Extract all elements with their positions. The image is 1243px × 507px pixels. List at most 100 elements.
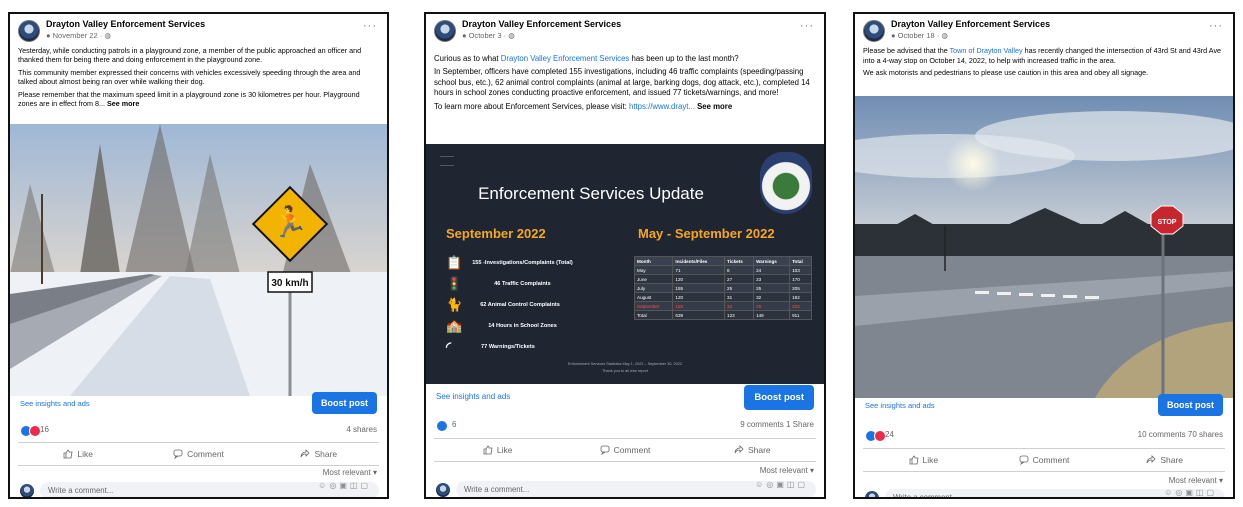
- more-options-icon[interactable]: ···: [1209, 20, 1223, 32]
- stat-text: 46 Traffic Complaints: [494, 280, 551, 287]
- stat-item: ◜ 77 Warnings/Tickets: [446, 336, 636, 357]
- boost-post-button[interactable]: Boost post: [744, 385, 814, 410]
- table-cell: 32: [724, 301, 755, 311]
- post-stats[interactable]: 10 comments 70 shares: [1138, 430, 1223, 439]
- reaction-count[interactable]: 16: [40, 425, 49, 434]
- boost-post-button[interactable]: Boost post: [1158, 394, 1223, 416]
- table-cell: 32: [753, 292, 791, 302]
- table-header-cell: Warnings: [753, 256, 791, 266]
- page-avatar[interactable]: [18, 20, 40, 42]
- insights-bar: See insights and ads Boost post: [426, 383, 824, 411]
- share-button[interactable]: Share: [1104, 449, 1225, 471]
- post-date[interactable]: November 22 ·: [53, 31, 103, 40]
- comment-button[interactable]: Comment: [561, 439, 688, 461]
- share-button[interactable]: Share: [689, 439, 816, 461]
- post-meta[interactable]: ● November 22 · ◍: [46, 31, 111, 40]
- reaction-icons[interactable]: [865, 430, 886, 442]
- see-insights-link[interactable]: See insights and ads: [865, 401, 935, 410]
- post-stats[interactable]: 4 shares: [346, 425, 377, 434]
- comment-sort-dropdown[interactable]: Most relevant ▾: [1169, 476, 1223, 485]
- page-avatar[interactable]: [863, 20, 885, 42]
- comment-icon: [1019, 455, 1028, 465]
- table-cell: Total: [633, 310, 674, 320]
- table-header-cell: Total: [789, 256, 812, 266]
- globe-icon: ●: [891, 31, 896, 40]
- page-name[interactable]: Drayton Valley Enforcement Services: [891, 19, 1050, 29]
- post-text: Yesterday, while conducting patrols in a…: [10, 46, 387, 111]
- left-heading: September 2022: [446, 226, 546, 241]
- post-date[interactable]: October 18 ·: [898, 31, 940, 40]
- post-text-segment: Curious as to what: [434, 54, 501, 63]
- table-header-cell: Month: [633, 256, 674, 266]
- page-name[interactable]: Drayton Valley Enforcement Services: [462, 19, 621, 29]
- thumbs-up-icon: [909, 455, 919, 465]
- like-button[interactable]: Like: [434, 439, 561, 461]
- comment-sort-dropdown[interactable]: Most relevant ▾: [323, 468, 377, 477]
- reaction-count[interactable]: 24: [885, 430, 894, 439]
- post-card-1: Drayton Valley Enforcement Services ● No…: [8, 12, 389, 499]
- table-cell: 8: [724, 265, 755, 275]
- stat-item: 🚦 46 Traffic Complaints: [446, 273, 636, 294]
- table-header-cell: Incidents/Files: [672, 256, 726, 266]
- post-paragraph-text: Please remember that the maximum speed l…: [18, 89, 360, 109]
- reaction-icons[interactable]: [436, 420, 448, 432]
- table-cell: 23: [753, 274, 791, 284]
- post-meta[interactable]: ● October 18 · ◍: [891, 31, 948, 40]
- table-cell: September: [633, 301, 674, 311]
- page-avatar[interactable]: [434, 20, 456, 42]
- post-photo[interactable]: Enforcement Services Update September 20…: [426, 144, 824, 384]
- post-header: Drayton Valley Enforcement Services ● No…: [10, 14, 387, 50]
- page-mention-link[interactable]: Drayton Valley Enforcement Services: [501, 54, 630, 63]
- like-button[interactable]: Like: [18, 443, 138, 465]
- intersection-photo: STOP: [855, 96, 1233, 398]
- post-paragraph: Please remember that the maximum speed l…: [18, 90, 379, 109]
- table-cell: 71: [672, 265, 726, 275]
- see-more-link[interactable]: See more: [697, 102, 732, 111]
- page-mention-link[interactable]: Town of Drayton Valley: [950, 46, 1023, 55]
- reactions-bar: 24 10 comments 70 shares: [855, 428, 1233, 444]
- insights-bar: See insights and ads Boost post: [10, 390, 387, 418]
- share-label: Share: [314, 449, 338, 459]
- comment-tool-icons[interactable]: ☺◎▣◫▢: [1164, 488, 1217, 497]
- post-date[interactable]: October 3 ·: [469, 31, 507, 40]
- comment-tool-icons[interactable]: ☺◎▣◫▢: [318, 481, 371, 490]
- post-photo[interactable]: 🏃 30 km/h: [10, 124, 387, 396]
- comment-sort-dropdown[interactable]: Most relevant ▾: [760, 466, 814, 475]
- table-cell: 155: [672, 283, 726, 293]
- page-name[interactable]: Drayton Valley Enforcement Services: [46, 19, 205, 29]
- like-button[interactable]: Like: [863, 449, 984, 471]
- action-bar: Like Comment Share: [863, 448, 1225, 472]
- post-photo[interactable]: STOP: [855, 96, 1233, 398]
- post-stats[interactable]: 9 comments 1 Share: [740, 420, 814, 429]
- comment-composer: Write a comment... ☺◎▣◫▢: [434, 480, 816, 497]
- see-insights-link[interactable]: See insights and ads: [436, 392, 510, 401]
- comment-button[interactable]: Comment: [984, 449, 1105, 471]
- traffic-icon: 🚦: [446, 275, 463, 291]
- stats-list: 📋 155 -Investigations/Complaints (Total) …: [446, 252, 636, 357]
- post-header: Drayton Valley Enforcement Services ● Oc…: [426, 14, 824, 50]
- share-button[interactable]: Share: [259, 443, 379, 465]
- svg-text:🏃: 🏃: [271, 204, 308, 240]
- more-options-icon[interactable]: ···: [363, 20, 377, 32]
- comment-tool-icons[interactable]: ☺◎▣◫▢: [755, 480, 808, 489]
- see-more-link[interactable]: See more: [107, 99, 139, 108]
- table-cell: 103: [789, 265, 812, 275]
- cat-icon: 🐈: [446, 296, 463, 312]
- comment-button[interactable]: Comment: [138, 443, 258, 465]
- boost-post-button[interactable]: Boost post: [312, 392, 377, 414]
- like-label: Like: [922, 455, 939, 465]
- post-card-2: Drayton Valley Enforcement Services ● Oc…: [424, 12, 826, 499]
- post-header: Drayton Valley Enforcement Services ● Oc…: [855, 14, 1233, 50]
- more-options-icon[interactable]: ···: [800, 20, 814, 32]
- reaction-count[interactable]: 6: [452, 420, 456, 429]
- statistics-table: Month Incidents/Files Tickets Warnings Total…: [633, 256, 812, 320]
- clipboard-icon: 📋: [446, 254, 463, 270]
- enforcement-crest-icon: [760, 152, 812, 214]
- post-meta[interactable]: ● October 3 · ◍: [462, 31, 515, 40]
- graphic-title: Enforcement Services Update: [478, 184, 704, 203]
- website-link[interactable]: https://www.drayt...: [629, 102, 695, 111]
- reaction-icons[interactable]: [20, 425, 41, 437]
- see-insights-link[interactable]: See insights and ads: [20, 399, 90, 408]
- table-cell: 45: [753, 301, 791, 311]
- table-cell: 155: [672, 301, 726, 311]
